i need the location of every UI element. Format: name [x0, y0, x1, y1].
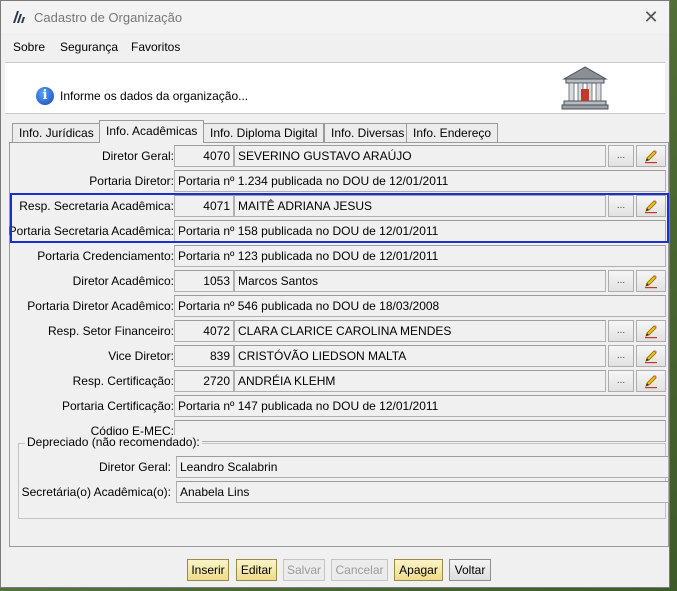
resp-certificacao-lookup-button[interactable]: ... — [608, 370, 634, 392]
menu-favoritos[interactable]: Favoritos — [131, 40, 180, 54]
row-portaria-diretor-academico: Portaria Diretor Acadêmico: Portaria nº … — [10, 295, 668, 317]
menu-bar: Sobre Segurança Favoritos — [1, 36, 669, 60]
resp-secretaria-name-field[interactable]: MAITÊ ADRIANA JESUS — [234, 195, 606, 217]
apagar-button[interactable]: Apagar — [394, 559, 443, 581]
label-portaria-certificacao: Portaria Certificação: — [61, 399, 174, 413]
pencil-icon — [645, 325, 657, 339]
menu-seguranca[interactable]: Segurança — [60, 40, 118, 54]
label-diretor-geral: Diretor Geral: — [101, 149, 174, 163]
label-deprecated-secretaria: Secretária(o) Acadêmica(o): — [21, 485, 171, 499]
tab-info-diversas[interactable]: Info. Diversas — [324, 123, 412, 142]
title-bar: Cadastro de Organização ✕ — [1, 1, 669, 33]
inserir-button[interactable]: Inserir — [187, 559, 229, 581]
cancelar-button[interactable]: Cancelar — [331, 559, 388, 581]
main-window: Cadastro de Organização ✕ Sobre Seguranç… — [0, 0, 670, 588]
diretor-academico-edit-button[interactable] — [636, 270, 666, 292]
row-diretor-academico: Diretor Acadêmico: 1053 Marcos Santos ..… — [10, 270, 668, 292]
header-message: Informe os dados da organização... — [60, 89, 249, 103]
label-diretor-academico: Diretor Acadêmico: — [72, 274, 174, 288]
diretor-academico-name-field[interactable]: Marcos Santos — [234, 270, 606, 292]
window-title: Cadastro de Organização — [34, 10, 183, 25]
label-deprecated-diretor-geral: Diretor Geral: — [98, 460, 171, 474]
header-panel: i Informe os dados da organização... — [5, 62, 665, 114]
deprecated-secretaria-field[interactable]: Anabela Lins — [176, 481, 669, 503]
codigo-emec-field[interactable] — [174, 420, 666, 442]
portaria-certificacao-field[interactable]: Portaria nº 147 publicada no DOU de 12/0… — [174, 395, 666, 417]
label-resp-setor-financeiro: Resp. Setor Financeiro: — [47, 324, 174, 338]
portaria-diretor-field[interactable]: Portaria nº 1.234 publicada no DOU de 12… — [174, 170, 666, 192]
row-portaria-credenciamento: Portaria Credenciamento: Portaria nº 123… — [10, 245, 668, 267]
resp-setor-financeiro-name-field[interactable]: CLARA CLARICE CAROLINA MENDES — [234, 320, 606, 342]
row-portaria-diretor: Portaria Diretor: Portaria nº 1.234 publ… — [10, 170, 668, 192]
diretor-geral-lookup-button[interactable]: ... — [608, 145, 634, 167]
deprecated-group: Depreciado (não recomendado): Diretor Ge… — [18, 435, 669, 519]
info-icon: i — [36, 87, 54, 105]
menu-sobre[interactable]: Sobre — [13, 40, 45, 54]
tab-info-juridicas[interactable]: Info. Jurídicas — [12, 123, 101, 142]
vice-diretor-edit-button[interactable] — [636, 345, 666, 367]
row-resp-certificacao: Resp. Certificação: 2720 ANDRÉIA KLEHM .… — [10, 370, 668, 392]
diretor-academico-code-field[interactable]: 1053 — [174, 270, 234, 292]
pencil-icon — [645, 200, 657, 214]
vice-diretor-code-field[interactable]: 839 — [174, 345, 234, 367]
row-diretor-geral: Diretor Geral: 4070 SEVERINO GUSTAVO ARA… — [10, 145, 668, 167]
pencil-icon — [645, 150, 657, 164]
row-portaria-secretaria: Portaria Secretaria Acadêmica: Portaria … — [8, 220, 668, 242]
diretor-academico-lookup-button[interactable]: ... — [608, 270, 634, 292]
diretor-geral-code-field[interactable]: 4070 — [174, 145, 234, 167]
editar-button[interactable]: Editar — [236, 559, 277, 581]
label-portaria-diretor-academico: Portaria Diretor Acadêmico: — [27, 299, 174, 313]
deprecated-diretor-geral-field[interactable]: Leandro Scalabrin — [176, 456, 669, 478]
diretor-geral-edit-button[interactable] — [636, 145, 666, 167]
salvar-button[interactable]: Salvar — [283, 559, 325, 581]
label-resp-secretaria: Resp. Secretaria Acadêmica: — [19, 199, 174, 213]
resp-certificacao-code-field[interactable]: 2720 — [174, 370, 234, 392]
row-deprecated-diretor-geral: Diretor Geral: Leandro Scalabrin — [19, 456, 669, 478]
resp-secretaria-code-field[interactable]: 4071 — [174, 195, 234, 217]
tab-info-diploma-digital[interactable]: Info. Diploma Digital — [203, 123, 325, 142]
resp-secretaria-lookup-button[interactable]: ... — [608, 195, 634, 217]
vice-diretor-name-field[interactable]: CRISTÓVÃO LIEDSON MALTA — [234, 345, 606, 367]
academic-info-panel: Diretor Geral: 4070 SEVERINO GUSTAVO ARA… — [9, 142, 669, 547]
vice-diretor-lookup-button[interactable]: ... — [608, 345, 634, 367]
row-deprecated-secretaria: Secretária(o) Acadêmica(o): Anabela Lins — [19, 481, 669, 503]
label-portaria-credenciamento: Portaria Credenciamento: — [37, 249, 174, 263]
building-icon — [561, 66, 609, 110]
pencil-icon — [645, 375, 657, 389]
action-bar: Inserir Editar Salvar Cancelar Apagar Vo… — [1, 556, 669, 586]
deprecated-group-title: Depreciado (não recomendado): — [25, 435, 202, 449]
label-portaria-secretaria: Portaria Secretaria Acadêmica: — [8, 224, 174, 238]
label-vice-diretor: Vice Diretor: — [108, 349, 174, 363]
row-portaria-certificacao: Portaria Certificação: Portaria nº 147 p… — [10, 395, 668, 417]
label-resp-certificacao: Resp. Certificação: — [72, 374, 174, 388]
resp-setor-financeiro-code-field[interactable]: 4072 — [174, 320, 234, 342]
resp-setor-financeiro-lookup-button[interactable]: ... — [608, 320, 634, 342]
resp-certificacao-edit-button[interactable] — [636, 370, 666, 392]
row-resp-secretaria: Resp. Secretaria Acadêmica: 4071 MAITÊ A… — [10, 195, 668, 217]
label-portaria-diretor: Portaria Diretor: — [89, 174, 174, 188]
close-icon[interactable]: ✕ — [639, 5, 663, 29]
pencil-icon — [645, 275, 657, 289]
row-resp-setor-financeiro: Resp. Setor Financeiro: 4072 CLARA CLARI… — [10, 320, 668, 342]
app-logo-icon — [13, 11, 25, 23]
row-vice-diretor: Vice Diretor: 839 CRISTÓVÃO LIEDSON MALT… — [10, 345, 668, 367]
diretor-geral-name-field[interactable]: SEVERINO GUSTAVO ARAÚJO — [234, 145, 606, 167]
resp-certificacao-name-field[interactable]: ANDRÉIA KLEHM — [234, 370, 606, 392]
portaria-secretaria-field[interactable]: Portaria nº 158 publicada no DOU de 12/0… — [174, 220, 666, 242]
resp-secretaria-edit-button[interactable] — [636, 195, 666, 217]
tab-info-endereco[interactable]: Info. Endereço — [406, 123, 499, 142]
resp-setor-financeiro-edit-button[interactable] — [636, 320, 666, 342]
voltar-button[interactable]: Voltar — [449, 559, 491, 581]
tab-info-academicas[interactable]: Info. Acadêmicas — [99, 120, 205, 143]
pencil-icon — [645, 350, 657, 364]
portaria-diretor-academico-field[interactable]: Portaria nº 546 publicada no DOU de 18/0… — [174, 295, 666, 317]
portaria-credenciamento-field[interactable]: Portaria nº 123 publicada no DOU de 12/0… — [174, 245, 666, 267]
